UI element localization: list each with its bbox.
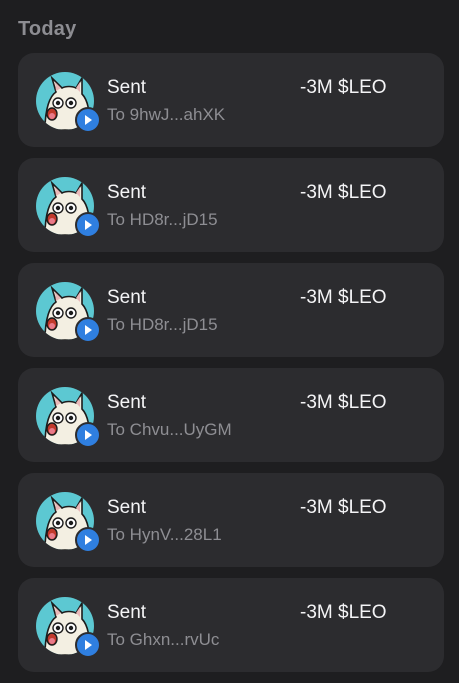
transaction-item[interactable]: Sent To Ghxn...rvUc -3M $LEO bbox=[18, 578, 444, 672]
transaction-item[interactable]: Sent To HD8r...jD15 -3M $LEO bbox=[18, 158, 444, 252]
transaction-item[interactable]: Sent To Chvu...UyGM -3M $LEO bbox=[18, 368, 444, 462]
transaction-title: Sent bbox=[107, 497, 147, 518]
transaction-item[interactable]: Sent To HD8r...jD15 -3M $LEO bbox=[18, 263, 444, 357]
send-arrow-icon bbox=[75, 212, 101, 238]
transaction-title: Sent bbox=[107, 182, 147, 203]
transaction-title: Sent bbox=[107, 77, 147, 98]
transaction-recipient: To HD8r...jD15 bbox=[107, 315, 218, 334]
transaction-title: Sent bbox=[107, 602, 147, 623]
transaction-item[interactable]: Sent To 9hwJ...ahXK -3M $LEO bbox=[18, 53, 444, 147]
send-arrow-icon bbox=[75, 317, 101, 343]
transaction-list: Sent To 9hwJ...ahXK -3M $LEO Sent To HD8… bbox=[18, 53, 444, 683]
transaction-amount: -3M $LEO bbox=[300, 182, 387, 203]
transaction-title: Sent bbox=[107, 392, 147, 413]
transaction-recipient: To HynV...28L1 bbox=[107, 525, 222, 544]
transaction-amount: -3M $LEO bbox=[300, 77, 387, 98]
transaction-amount: -3M $LEO bbox=[300, 497, 387, 518]
transaction-amount: -3M $LEO bbox=[300, 392, 387, 413]
send-arrow-icon bbox=[75, 422, 101, 448]
send-arrow-icon bbox=[75, 527, 101, 553]
send-arrow-icon bbox=[75, 107, 101, 133]
transaction-recipient: To Ghxn...rvUc bbox=[107, 630, 220, 649]
transaction-recipient: To Chvu...UyGM bbox=[107, 420, 232, 439]
transaction-amount: -3M $LEO bbox=[300, 602, 387, 623]
transaction-item[interactable]: Sent To HynV...28L1 -3M $LEO bbox=[18, 473, 444, 567]
transaction-amount: -3M $LEO bbox=[300, 287, 387, 308]
transaction-recipient: To 9hwJ...ahXK bbox=[107, 105, 226, 124]
send-arrow-icon bbox=[75, 632, 101, 658]
transaction-recipient: To HD8r...jD15 bbox=[107, 210, 218, 229]
section-title-today: Today bbox=[18, 18, 77, 40]
transaction-title: Sent bbox=[107, 287, 147, 308]
